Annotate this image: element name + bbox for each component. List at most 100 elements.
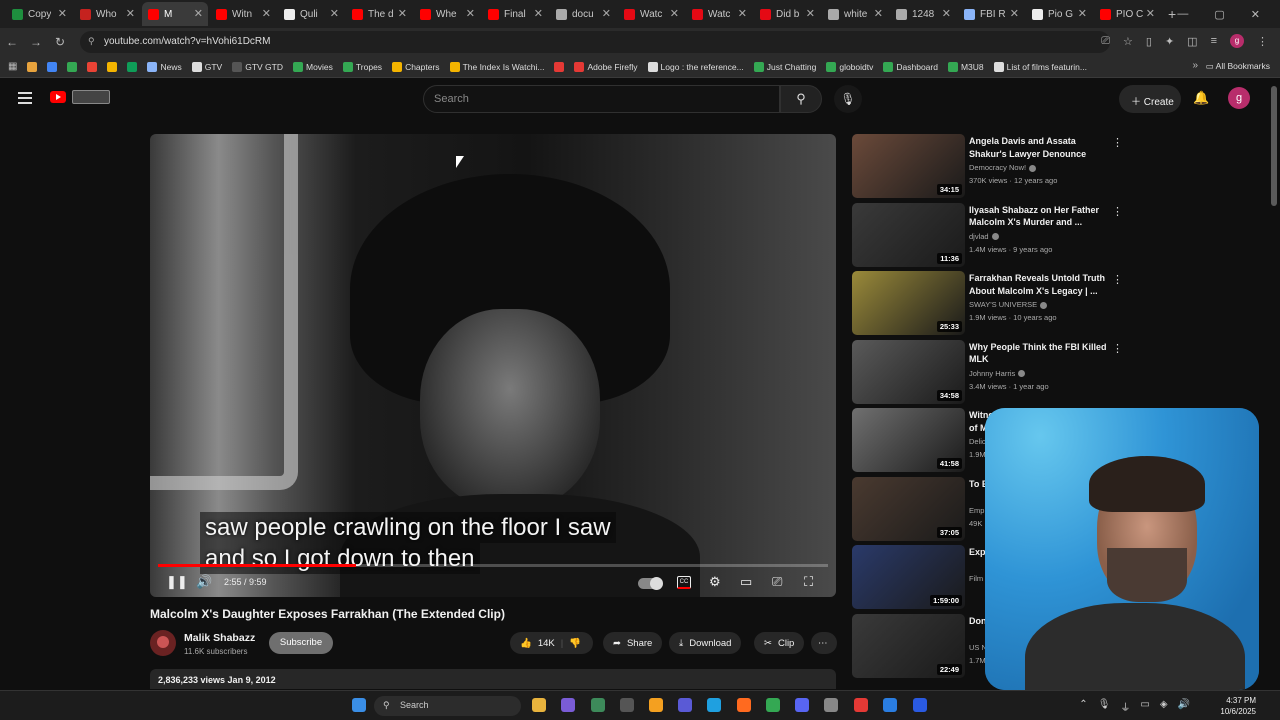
app-icon[interactable] bbox=[649, 698, 663, 712]
download-button[interactable]: ⤓ Download bbox=[669, 632, 742, 654]
autoplay-toggle[interactable] bbox=[638, 577, 663, 590]
app-icon[interactable] bbox=[913, 698, 927, 712]
video-title[interactable]: Angela Davis and Assata Shakur's Lawyer … bbox=[969, 135, 1107, 160]
taskbar-search[interactable]: ⚲ Search bbox=[374, 696, 521, 716]
tab-close-icon[interactable]: ✕ bbox=[398, 7, 407, 20]
channel-avatar[interactable] bbox=[150, 630, 176, 656]
app-icon[interactable] bbox=[854, 698, 868, 712]
dislike-icon[interactable]: 👎 bbox=[569, 638, 581, 649]
bookmark-item[interactable]: M3U8 bbox=[947, 61, 984, 72]
more-options-icon[interactable]: ⋮ bbox=[1112, 342, 1123, 355]
tab-close-icon[interactable]: ✕ bbox=[1146, 7, 1155, 20]
browser-tab[interactable]: Did b ✕ bbox=[754, 2, 820, 26]
search-input[interactable]: Search bbox=[423, 85, 780, 113]
start-icon[interactable] bbox=[352, 698, 366, 712]
browser-tab[interactable]: docu ✕ bbox=[550, 2, 616, 26]
bookmark-item[interactable] bbox=[27, 61, 38, 72]
browser-tab[interactable]: Watc ✕ bbox=[618, 2, 684, 26]
browser-tab[interactable]: Copy ✕ bbox=[6, 2, 72, 26]
bookmark-item[interactable]: Chapters bbox=[392, 61, 440, 72]
video-thumbnail[interactable]: 25:33 bbox=[852, 271, 965, 335]
channel-name[interactable]: Malik Shabazz bbox=[184, 632, 255, 644]
notifications-bell-icon[interactable]: 🔔 bbox=[1193, 90, 1209, 106]
like-count[interactable]: 14K bbox=[538, 638, 555, 649]
back-icon[interactable]: ← bbox=[0, 35, 24, 49]
bookmark-item[interactable]: Adobe Firefly bbox=[574, 61, 638, 72]
recommended-video[interactable]: 34:15 Angela Davis and Assata Shakur's La… bbox=[852, 134, 1123, 198]
extensions-icon[interactable]: ✦ bbox=[1165, 35, 1174, 48]
browser-tab[interactable]: Witn ✕ bbox=[210, 2, 276, 26]
more-options-icon[interactable]: ⋮ bbox=[1112, 136, 1123, 149]
bookmark-item[interactable]: Logo : the reference... bbox=[647, 61, 744, 72]
channel-name[interactable]: djvlad bbox=[969, 232, 999, 241]
browser-tab[interactable]: FBI R ✕ bbox=[958, 2, 1024, 26]
tab-close-icon[interactable]: ✕ bbox=[942, 7, 951, 20]
browser-tab[interactable]: white ✕ bbox=[822, 2, 888, 26]
create-button[interactable]: ＋ Create bbox=[1119, 85, 1181, 113]
bookmark-item[interactable] bbox=[107, 61, 118, 72]
bookmark-item[interactable]: Just Chatting bbox=[753, 61, 816, 72]
volume-icon[interactable]: 🔊 bbox=[1178, 699, 1190, 714]
recommended-video[interactable]: 25:33 Farrakhan Reveals Untold Truth Abou… bbox=[852, 271, 1123, 335]
browser-tab[interactable]: 1248 ✕ bbox=[890, 2, 956, 26]
theater-mode-icon[interactable]: ▭ bbox=[740, 574, 752, 590]
video-thumbnail[interactable]: 41:58 bbox=[852, 408, 965, 472]
bookmark-item[interactable]: Movies bbox=[292, 61, 333, 72]
browser-tab[interactable]: Pio G ✕ bbox=[1026, 2, 1092, 26]
tab-close-icon[interactable]: ✕ bbox=[806, 7, 815, 20]
page-scrollbar[interactable] bbox=[1271, 86, 1277, 206]
progress-bar[interactable] bbox=[158, 564, 828, 567]
all-bookmarks[interactable]: ▭ All Bookmarks bbox=[1206, 61, 1270, 72]
vscode-icon[interactable] bbox=[883, 698, 897, 712]
browser-tab[interactable]: Quli ✕ bbox=[278, 2, 344, 26]
video-title[interactable]: Farrakhan Reveals Untold Truth About Mal… bbox=[969, 272, 1107, 297]
video-thumbnail[interactable]: 34:15 bbox=[852, 134, 965, 198]
video-title[interactable]: Ilyasah Shabazz on Her Father Malcolm X'… bbox=[969, 204, 1107, 229]
tab-close-icon[interactable]: ✕ bbox=[194, 7, 203, 20]
video-thumbnail[interactable]: 37:05 bbox=[852, 476, 965, 541]
video-thumbnail[interactable]: 34:58 bbox=[852, 339, 965, 404]
browser-tab[interactable]: Watc ✕ bbox=[686, 2, 752, 26]
microphone-icon[interactable]: 🎙 bbox=[1098, 699, 1111, 714]
bookmark-item[interactable] bbox=[87, 61, 98, 72]
more-options-icon[interactable]: ⋮ bbox=[1112, 205, 1123, 218]
bookmark-item[interactable] bbox=[127, 61, 138, 72]
browser-tab[interactable]: M ✕ bbox=[142, 2, 208, 26]
volume-icon[interactable]: 🔊 bbox=[196, 574, 212, 590]
video-thumbnail[interactable]: 22:49 bbox=[852, 613, 965, 678]
split-view-icon[interactable]: ◫ bbox=[1187, 35, 1197, 48]
bookmark-item[interactable]: News bbox=[147, 61, 182, 72]
video-thumbnail[interactable]: 11:36 bbox=[852, 202, 965, 267]
clock[interactable]: 4:37 PM 10/6/2025 bbox=[1220, 695, 1256, 717]
browser-tab[interactable]: Final ✕ bbox=[482, 2, 548, 26]
app-icon[interactable] bbox=[824, 698, 838, 712]
tab-close-icon[interactable]: ✕ bbox=[126, 7, 135, 20]
app-icon[interactable] bbox=[678, 698, 692, 712]
bookmark-item[interactable] bbox=[47, 61, 58, 72]
reading-list-icon[interactable]: ▯ bbox=[1146, 35, 1152, 48]
channel-name[interactable]: Emp bbox=[969, 506, 984, 515]
like-icon[interactable]: 👍 bbox=[520, 638, 532, 649]
channel-name[interactable]: SWAY'S UNIVERSE bbox=[969, 300, 1048, 309]
edge-icon[interactable] bbox=[707, 698, 721, 712]
share-button[interactable]: ➦ Share bbox=[603, 632, 663, 654]
tab-close-icon[interactable]: ✕ bbox=[670, 7, 679, 20]
network-icon[interactable]: ◈ bbox=[1160, 699, 1168, 714]
video-title[interactable]: Why People Think the FBI Killed MLK bbox=[969, 341, 1107, 366]
bookmark-item[interactable]: GTV bbox=[191, 61, 222, 72]
tab-close-icon[interactable]: ✕ bbox=[58, 7, 67, 20]
user-avatar[interactable]: g bbox=[1228, 87, 1250, 109]
tab-close-icon[interactable]: ✕ bbox=[602, 7, 611, 20]
logo-doodle[interactable] bbox=[72, 90, 110, 104]
browser-tab[interactable]: Whe ✕ bbox=[414, 2, 480, 26]
youtube-logo[interactable] bbox=[50, 91, 66, 103]
forward-icon[interactable]: → bbox=[24, 35, 48, 49]
site-info-icon[interactable]: ⚲ bbox=[88, 36, 95, 47]
bookmark-item[interactable]: Tropes bbox=[342, 61, 382, 72]
channel-name[interactable]: Film bbox=[969, 574, 983, 583]
app-icon[interactable] bbox=[591, 698, 605, 712]
browser-menu-icon[interactable]: ⋮ bbox=[1257, 35, 1268, 48]
search-icon[interactable]: ⚲ bbox=[780, 85, 822, 113]
discord-icon[interactable] bbox=[795, 698, 809, 712]
tab-close-icon[interactable]: ✕ bbox=[330, 7, 339, 20]
